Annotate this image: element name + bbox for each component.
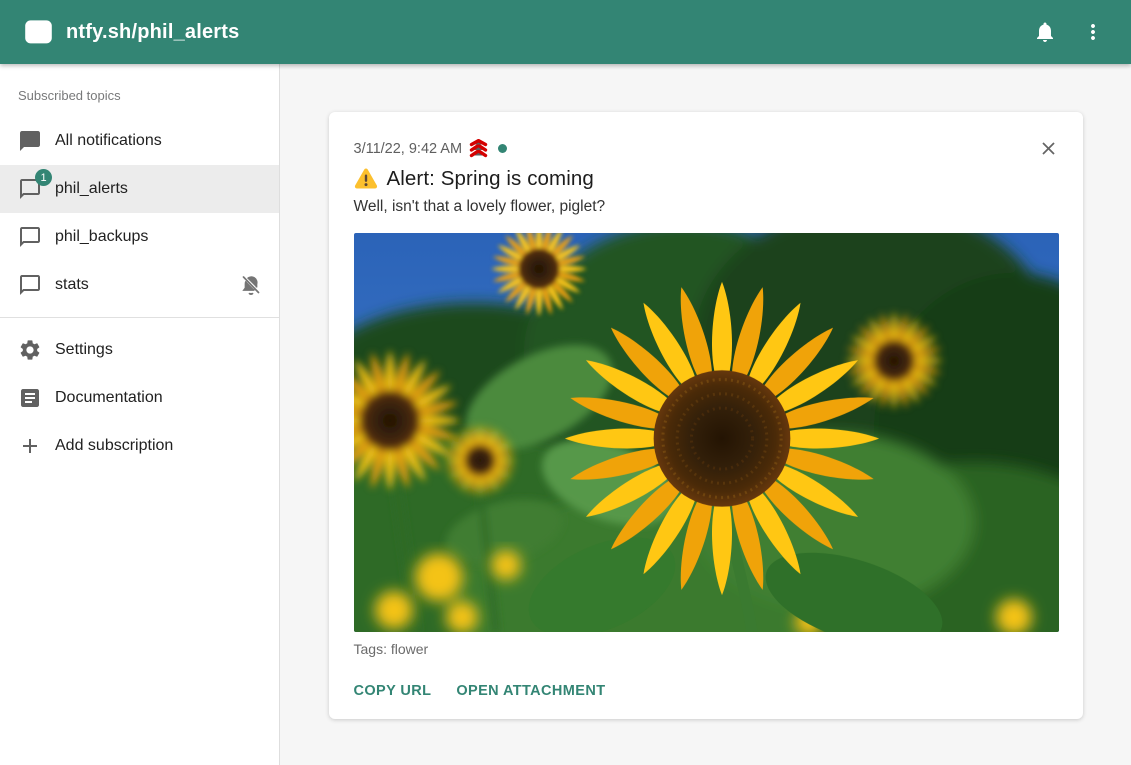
sidebar-item-add-subscription[interactable]: Add subscription: [0, 422, 279, 470]
sidebar-item-documentation[interactable]: Documentation: [0, 374, 279, 422]
sidebar: Subscribed topics All notifications 1 ph…: [0, 64, 280, 765]
close-icon[interactable]: [1035, 134, 1063, 162]
notification-tags: Tags: flower: [354, 641, 1059, 657]
sidebar-item-phil-backups[interactable]: phil_backups: [0, 213, 279, 261]
sidebar-item-label: stats: [55, 276, 239, 294]
notification-meta: 3/11/22, 9:42 AM: [354, 139, 1059, 158]
unread-dot: [498, 144, 507, 153]
article-icon: [18, 386, 42, 410]
notification-body: Well, isn't that a lovely flower, piglet…: [354, 198, 1059, 216]
notification-title: Alert: Spring is coming: [387, 167, 594, 191]
warning-emoji: [354, 168, 378, 190]
sidebar-divider: [0, 317, 279, 318]
notification-card: 3/11/22, 9:42 AM: [329, 112, 1083, 719]
unread-count-badge: 1: [35, 169, 52, 186]
sidebar-item-label: Settings: [55, 341, 263, 359]
subscribed-topics-label: Subscribed topics: [0, 80, 279, 117]
gear-icon: [18, 338, 42, 362]
terminal-icon[interactable]: [24, 18, 53, 47]
notifications-bell-icon[interactable]: [1021, 8, 1069, 56]
kebab-menu-icon[interactable]: [1069, 8, 1117, 56]
timestamp: 3/11/22, 9:42 AM: [354, 141, 463, 157]
chat-bubble-outline-icon: 1: [18, 177, 42, 201]
sidebar-item-label: phil_alerts: [55, 180, 263, 198]
open-attachment-button[interactable]: OPEN ATTACHMENT: [456, 683, 605, 699]
sidebar-item-label: Add subscription: [55, 437, 263, 455]
copy-url-button[interactable]: COPY URL: [354, 683, 432, 699]
sidebar-item-all-notifications[interactable]: All notifications: [0, 117, 279, 165]
plus-icon: [18, 434, 42, 458]
notification-actions: COPY URL OPEN ATTACHMENT: [354, 683, 1059, 699]
bell-off-icon: [239, 273, 263, 297]
notification-title-row: Alert: Spring is coming: [354, 167, 1059, 191]
sidebar-item-phil-alerts[interactable]: 1 phil_alerts: [0, 165, 279, 213]
sunflower-field-photo[interactable]: [354, 233, 1059, 632]
sidebar-item-label: Documentation: [55, 389, 263, 407]
chat-bubble-filled-icon: [18, 129, 42, 153]
sidebar-item-label: All notifications: [55, 132, 263, 150]
main-content: 3/11/22, 9:42 AM: [280, 64, 1131, 765]
chat-bubble-outline-icon: [18, 273, 42, 297]
chat-bubble-outline-icon: [18, 225, 42, 249]
sidebar-item-stats[interactable]: stats: [0, 261, 279, 309]
sidebar-item-label: phil_backups: [55, 228, 263, 246]
app-title[interactable]: ntfy.sh/phil_alerts: [66, 21, 1021, 44]
sidebar-item-settings[interactable]: Settings: [0, 326, 279, 374]
priority-max-icon: [468, 139, 489, 158]
app-bar: ntfy.sh/phil_alerts: [0, 0, 1131, 64]
